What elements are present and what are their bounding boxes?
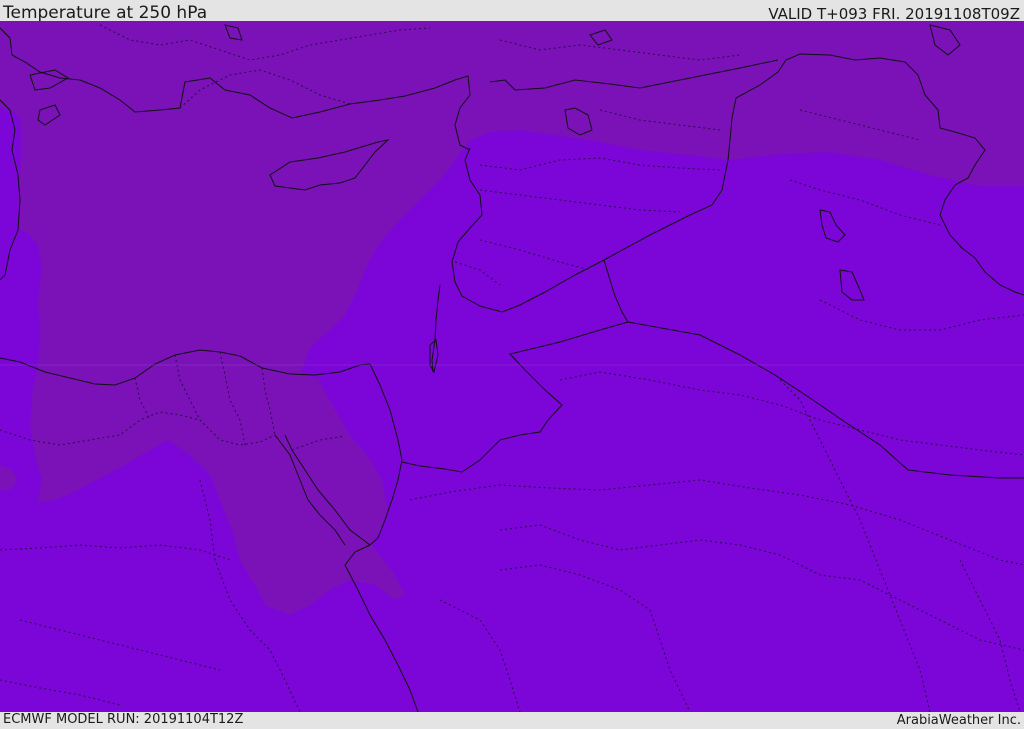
map-canvas: [0, 21, 1024, 712]
map-title: Temperature at 250 hPa: [3, 3, 208, 23]
credit: ArabiaWeather Inc.: [896, 713, 1021, 728]
temperature-map: [0, 21, 1024, 712]
model-run: ECMWF MODEL RUN: 20191104T12Z: [3, 712, 244, 727]
header-bar: Temperature at 250 hPa VALID T+093 FRI. …: [0, 0, 1024, 23]
footer-bar: ECMWF MODEL RUN: 20191104T12Z ArabiaWeat…: [0, 712, 1024, 729]
